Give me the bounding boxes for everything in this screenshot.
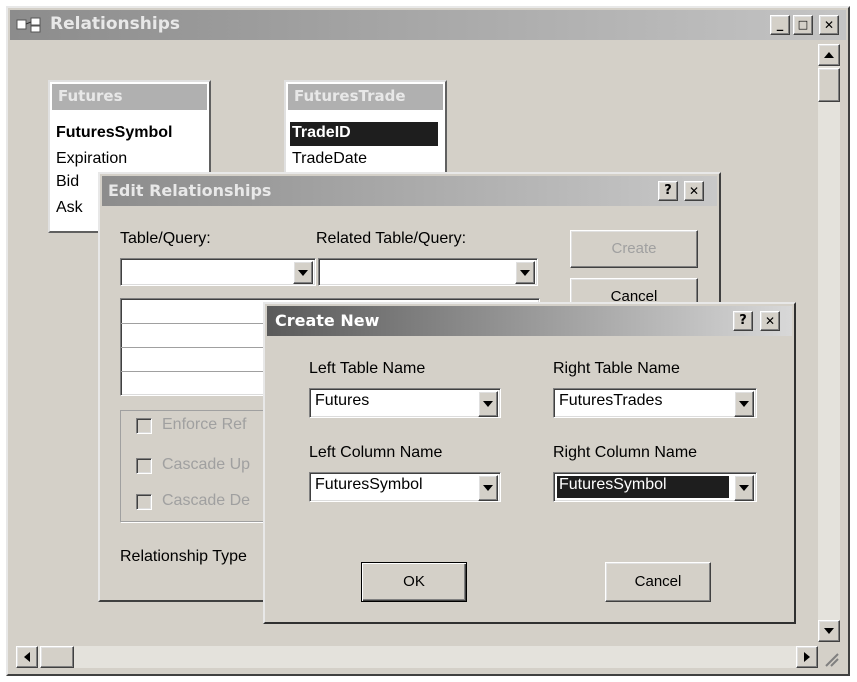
left-column-select[interactable]: FuturesSymbol bbox=[309, 472, 501, 502]
field-item[interactable]: TradeDate bbox=[292, 150, 367, 168]
arrow-left-icon bbox=[24, 652, 30, 662]
left-column-label: Left Column Name bbox=[309, 444, 443, 461]
help-button[interactable]: ? bbox=[733, 311, 753, 331]
right-column-select[interactable]: FuturesSymbol bbox=[553, 472, 757, 502]
ok-button[interactable]: OK bbox=[361, 562, 467, 602]
help-button[interactable]: ? bbox=[658, 181, 678, 201]
cascade-delete-checkbox[interactable] bbox=[136, 494, 152, 510]
close-icon: ✕ bbox=[688, 184, 700, 198]
relationships-icon bbox=[16, 17, 41, 33]
left-table-select[interactable]: Futures bbox=[309, 388, 501, 418]
create-new-dialog: Create New ? ✕ Left Table Name Right Tab… bbox=[263, 302, 796, 624]
create-dialog-title: Create New bbox=[275, 311, 380, 330]
scroll-down-button[interactable] bbox=[818, 620, 840, 642]
create-button[interactable]: Create bbox=[570, 230, 698, 268]
horizontal-scroll-thumb[interactable] bbox=[40, 646, 74, 668]
left-table-label: Left Table Name bbox=[309, 360, 426, 377]
chevron-down-icon bbox=[520, 270, 530, 276]
minimize-icon: _ bbox=[776, 17, 784, 32]
table-query-select[interactable] bbox=[120, 258, 316, 286]
close-icon: ✕ bbox=[823, 18, 835, 32]
enforce-integrity-label: Enforce Ref bbox=[162, 416, 247, 433]
right-column-label: Right Column Name bbox=[553, 444, 698, 461]
dropdown-button[interactable] bbox=[478, 475, 498, 501]
chevron-down-icon bbox=[298, 270, 308, 276]
chevron-down-icon bbox=[483, 401, 493, 407]
edit-dialog-title: Edit Relationships bbox=[108, 181, 272, 200]
dropdown-button[interactable] bbox=[515, 261, 535, 284]
cascade-delete-label: Cascade De bbox=[162, 492, 251, 509]
dropdown-button[interactable] bbox=[478, 391, 498, 417]
cascade-update-checkbox[interactable] bbox=[136, 458, 152, 474]
vertical-scroll-thumb[interactable] bbox=[818, 68, 840, 102]
table-title[interactable]: FuturesTrade bbox=[288, 84, 443, 110]
maximize-icon: □ bbox=[797, 18, 809, 31]
chevron-down-icon bbox=[483, 485, 493, 491]
create-dialog-title-bar[interactable]: Create New ? ✕ bbox=[267, 306, 792, 336]
field-item[interactable]: Bid bbox=[56, 173, 79, 191]
help-icon: ? bbox=[739, 313, 747, 328]
dropdown-button[interactable] bbox=[734, 475, 754, 501]
arrow-right-icon bbox=[804, 652, 810, 662]
horizontal-scrollbar[interactable] bbox=[16, 646, 818, 668]
related-table-query-select[interactable] bbox=[318, 258, 538, 286]
scroll-up-button[interactable] bbox=[818, 44, 840, 66]
arrow-down-icon bbox=[824, 628, 834, 634]
close-button[interactable]: ✕ bbox=[760, 311, 780, 331]
enforce-integrity-checkbox[interactable] bbox=[136, 418, 152, 434]
cascade-update-label: Cascade Up bbox=[162, 456, 251, 473]
maximize-button[interactable]: □ bbox=[793, 15, 813, 35]
right-table-label: Right Table Name bbox=[553, 360, 680, 377]
table-box-futures-trades[interactable]: FuturesTrade TradeID TradeDate bbox=[284, 80, 447, 180]
close-button[interactable]: ✕ bbox=[684, 181, 704, 201]
field-item[interactable]: Expiration bbox=[56, 150, 127, 168]
chevron-down-icon bbox=[739, 485, 749, 491]
field-item[interactable]: Ask bbox=[56, 199, 83, 217]
right-column-value: FuturesSymbol bbox=[559, 476, 667, 493]
field-item[interactable]: FuturesSymbol bbox=[56, 124, 172, 142]
left-table-value: Futures bbox=[315, 392, 370, 409]
help-icon: ? bbox=[664, 183, 672, 198]
scroll-left-button[interactable] bbox=[16, 646, 38, 668]
close-button[interactable]: ✕ bbox=[819, 15, 839, 35]
field-item-selected[interactable]: TradeID bbox=[292, 124, 351, 142]
right-table-value: FuturesTrades bbox=[559, 392, 663, 409]
right-table-select[interactable]: FuturesTrades bbox=[553, 388, 757, 418]
table-title[interactable]: Futures bbox=[52, 84, 207, 110]
related-table-query-label: Related Table/Query: bbox=[316, 230, 467, 247]
close-icon: ✕ bbox=[764, 314, 776, 328]
dropdown-button[interactable] bbox=[734, 391, 754, 417]
scroll-right-button[interactable] bbox=[796, 646, 818, 668]
cancel-button[interactable]: Cancel bbox=[605, 562, 711, 602]
table-query-label: Table/Query: bbox=[120, 230, 211, 247]
minimize-button[interactable]: _ bbox=[770, 15, 790, 35]
relationship-type-label: Relationship Type bbox=[120, 548, 247, 565]
window-title: Relationships bbox=[50, 14, 180, 34]
left-column-value: FuturesSymbol bbox=[315, 476, 423, 493]
chevron-down-icon bbox=[739, 401, 749, 407]
edit-dialog-title-bar[interactable]: Edit Relationships ? ✕ bbox=[102, 176, 717, 206]
dropdown-button[interactable] bbox=[293, 261, 313, 284]
vertical-scrollbar[interactable] bbox=[818, 44, 840, 642]
resize-grip-icon[interactable] bbox=[820, 648, 840, 668]
relationships-title-bar[interactable]: Relationships _ □ ✕ bbox=[10, 10, 846, 40]
arrow-up-icon bbox=[824, 52, 834, 58]
